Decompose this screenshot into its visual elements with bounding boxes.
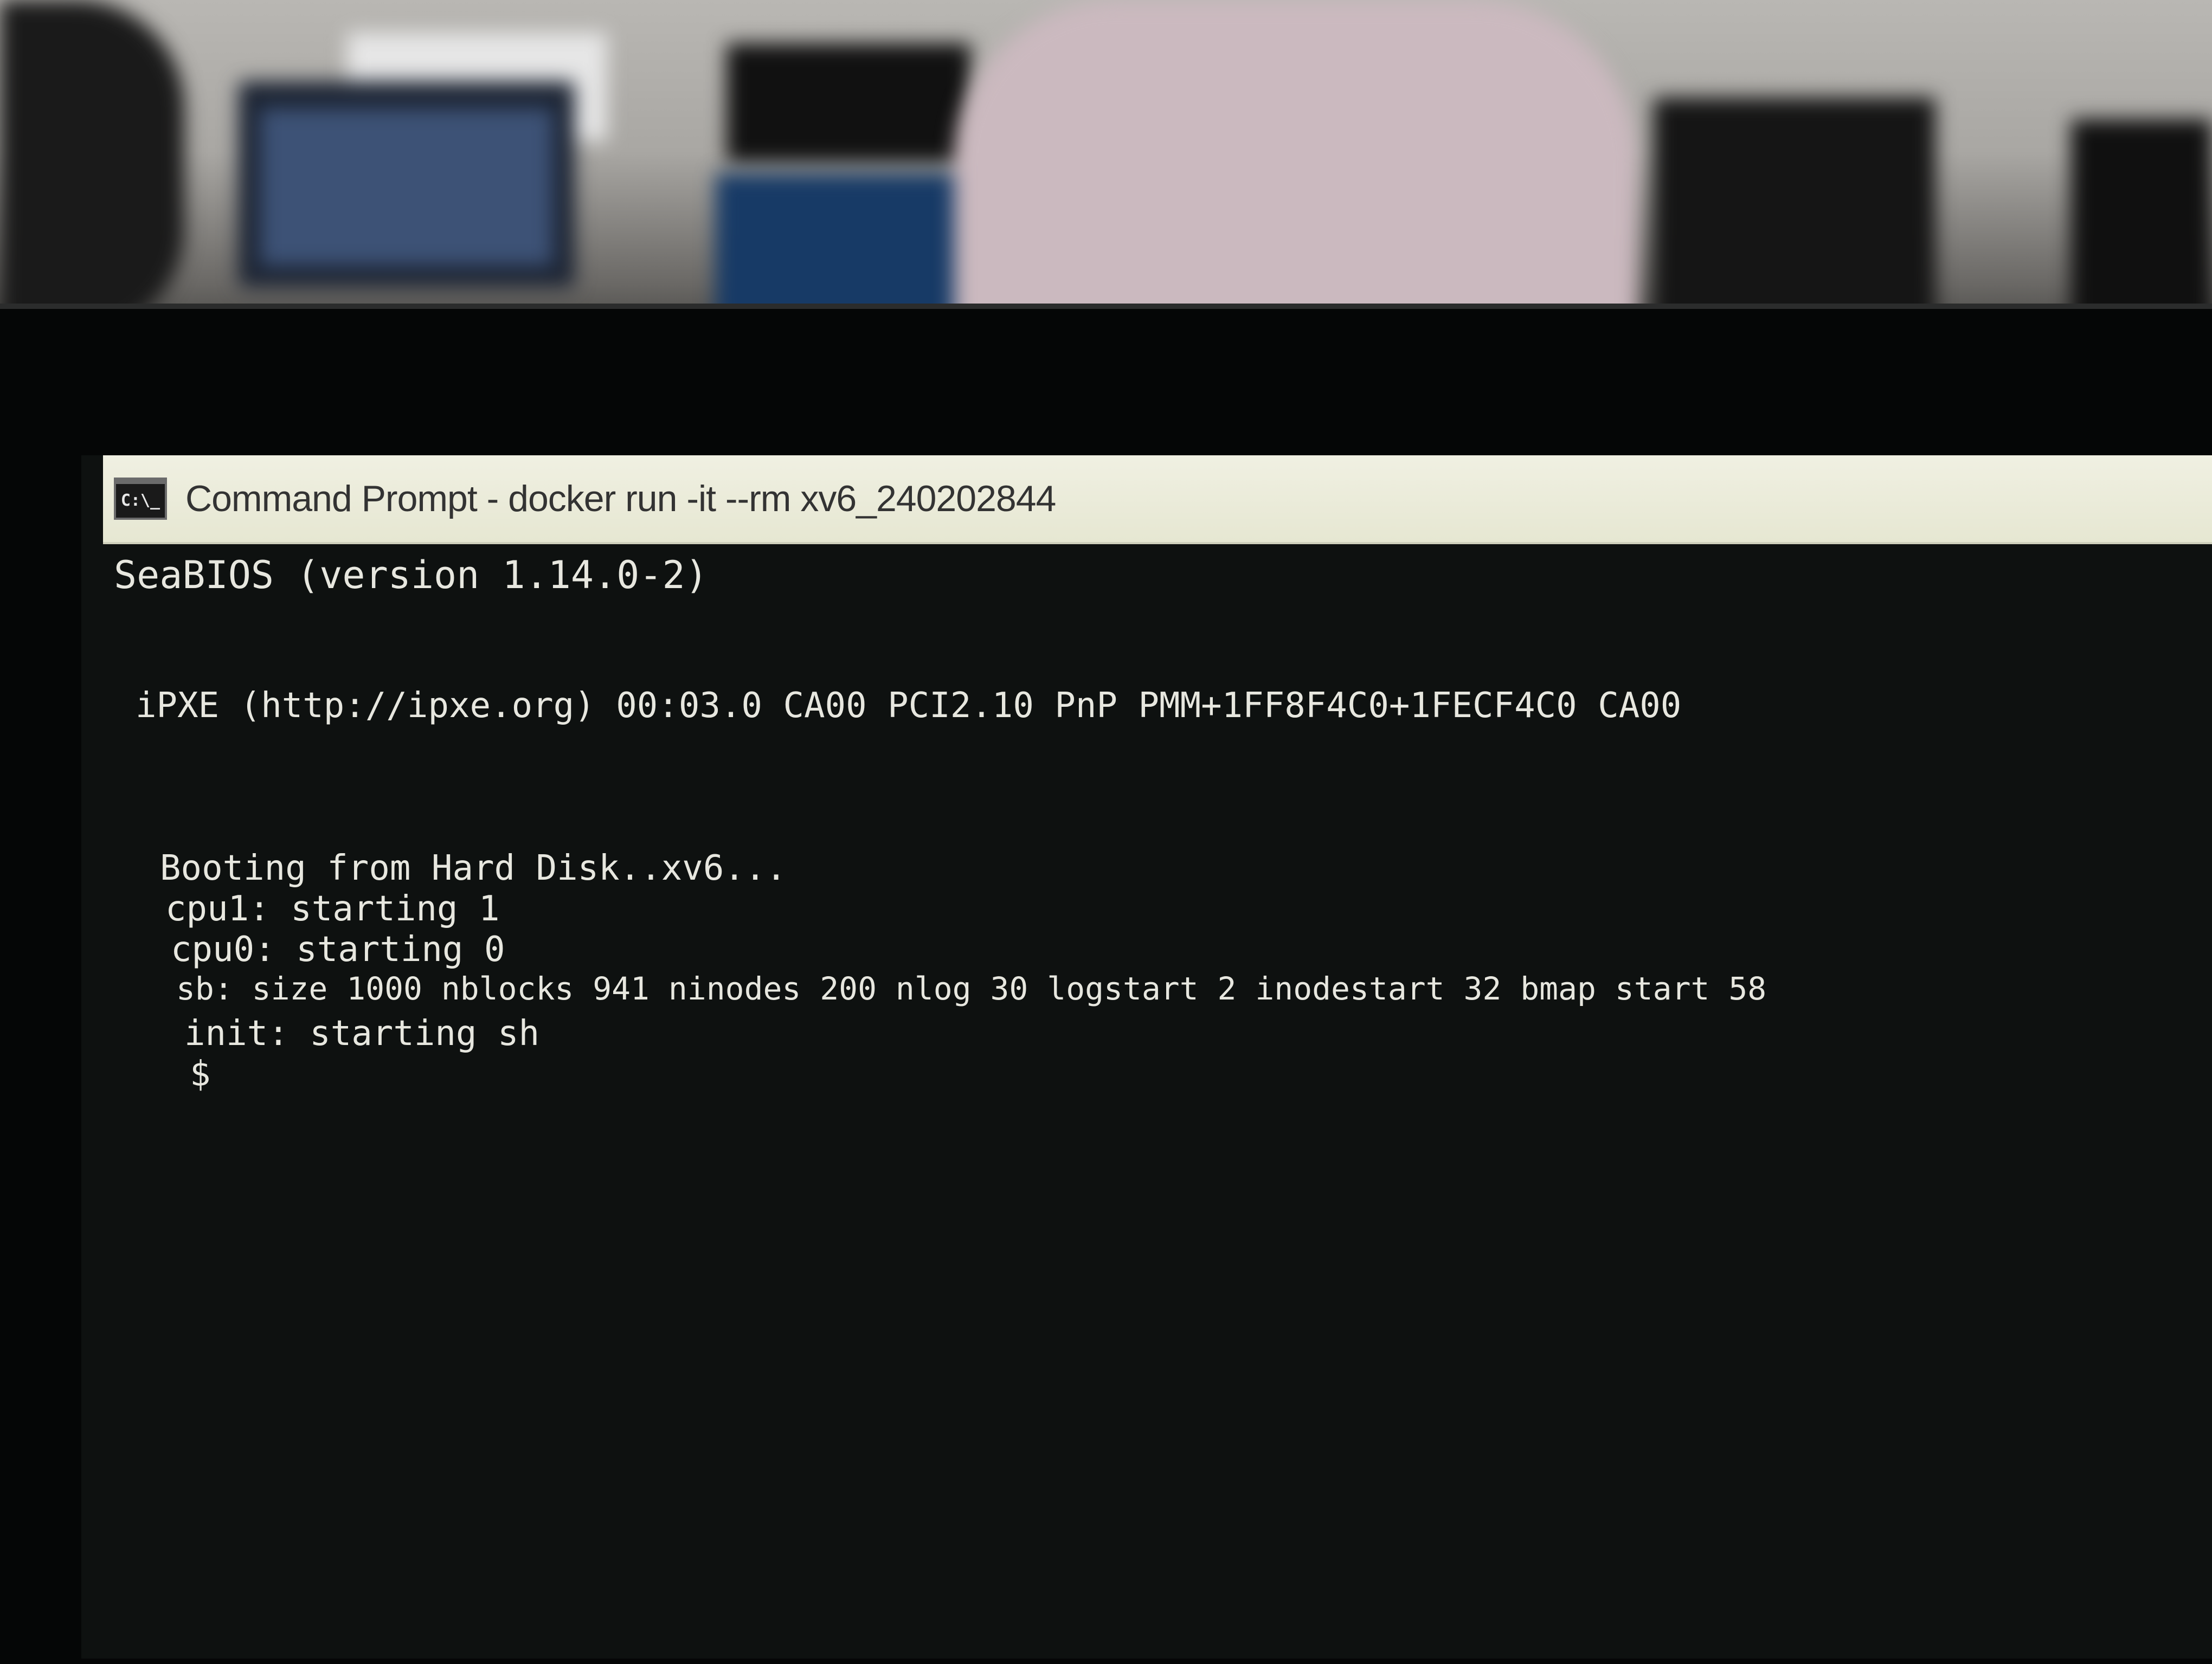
window-title: Command Prompt - docker run -it --rm xv6… [185, 478, 1056, 519]
window-titlebar[interactable]: C:\_ Command Prompt - docker run -it --r… [103, 455, 2212, 544]
terminal-line-init: init: starting sh [184, 1014, 540, 1054]
background-monitor [726, 43, 970, 163]
background-person [954, 0, 1637, 347]
terminal-line-cpu1: cpu1: starting 1 [165, 889, 500, 929]
terminal-output[interactable]: SeaBIOS (version 1.14.0-2) iPXE (http://… [114, 553, 2174, 1637]
terminal-line-seabios: SeaBIOS (version 1.14.0-2) [114, 553, 708, 597]
command-prompt-window[interactable]: C:\_ Command Prompt - docker run -it --r… [81, 455, 2212, 1659]
background-head [0, 0, 184, 336]
background-monitor-screen [260, 108, 553, 266]
terminal-line-cpu0: cpu0: starting 0 [171, 930, 505, 970]
terminal-line-booting: Booting from Hard Disk..xv6... [160, 848, 787, 888]
command-prompt-icon[interactable]: C:\_ [114, 478, 167, 520]
terminal-line-ipxe: iPXE (http://ipxe.org) 00:03.0 CA00 PCI2… [136, 686, 1682, 726]
terminal-line-superblock: sb: size 1000 nblocks 941 ninodes 200 nl… [176, 970, 1767, 1007]
shell-prompt[interactable]: $ [190, 1054, 211, 1094]
